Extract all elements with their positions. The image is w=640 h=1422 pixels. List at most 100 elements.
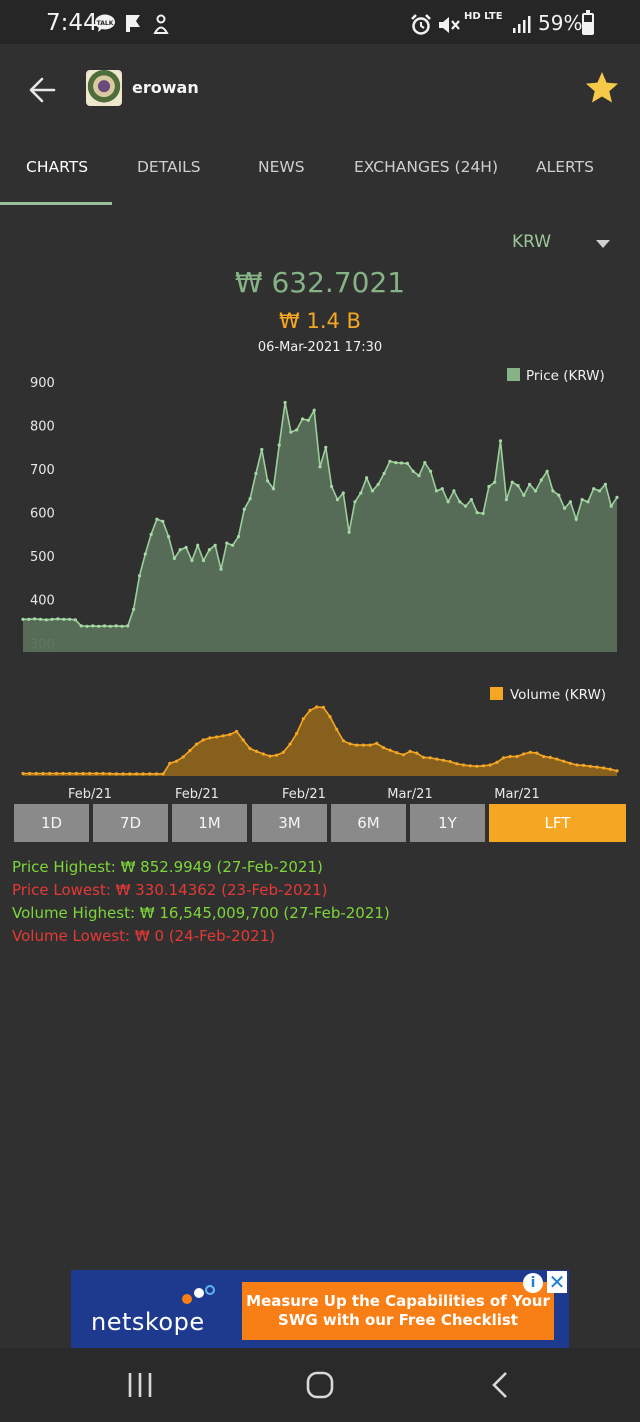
volume-point [81, 771, 85, 776]
range-selector: 1D 7D 1M 3M 6M 1Y LFT [14, 804, 626, 842]
volume-chart[interactable]: Volume (KRW) Feb/21 Feb/21 Feb/21 Mar/21 Mar/… [0, 678, 640, 808]
price-point [434, 489, 439, 493]
y-tick-label: 800 [30, 420, 55, 435]
notification-icon [152, 14, 170, 38]
volume-point [148, 772, 152, 776]
price-point [126, 624, 130, 628]
y-tick-label: 600 [30, 507, 55, 522]
volume-point [161, 772, 165, 776]
price-point [481, 511, 485, 516]
price-point [417, 474, 421, 478]
price-point [475, 511, 479, 515]
price-point [341, 491, 345, 495]
price-point [510, 480, 514, 484]
volume-point [121, 772, 125, 776]
range-1m-button[interactable]: 1M [172, 804, 247, 842]
price-point [539, 478, 543, 482]
home-button[interactable] [300, 1370, 340, 1400]
back-nav-button[interactable] [480, 1370, 520, 1400]
tab-details[interactable]: DETAILS [137, 158, 201, 176]
price-lowest: Price Lowest: ₩ 330.14362 (23-Feb-2021) [12, 881, 328, 899]
price-point [225, 541, 229, 545]
tab-news[interactable]: NEWS [258, 158, 305, 176]
currency-select[interactable]: KRW [512, 232, 551, 252]
chevron-left-icon [492, 1372, 507, 1398]
volume-point [241, 738, 245, 742]
price-point [440, 487, 444, 491]
battery-percent: 59% [538, 11, 583, 35]
volume-point [602, 766, 606, 770]
price-point [68, 617, 72, 621]
info-icon[interactable]: i [523, 1273, 543, 1293]
volume-point [381, 746, 385, 750]
back-button[interactable] [24, 70, 64, 110]
volume-point [21, 771, 25, 776]
price-point [370, 489, 374, 493]
price-point [446, 500, 450, 504]
volume-point [361, 743, 365, 747]
tab-exchanges[interactable]: EXCHANGES (24H) [354, 158, 498, 176]
price-point [469, 498, 473, 502]
price-point [528, 482, 532, 486]
home-icon [306, 1371, 334, 1399]
volume-point [168, 761, 172, 765]
volume-point [528, 750, 532, 754]
price-point [464, 504, 468, 508]
price-point [108, 624, 112, 628]
recent-apps-button[interactable] [120, 1370, 160, 1400]
price-highest: Price Highest: ₩ 852.9949 (27-Feb-2021) [12, 858, 323, 876]
ad-cta[interactable]: Measure Up the Capabilities of Your SWG … [242, 1282, 554, 1340]
volume-point [535, 751, 539, 755]
x-tick-label: Feb/21 [282, 787, 326, 802]
price-point [178, 548, 182, 552]
volume-point [235, 729, 239, 734]
volume-point [54, 771, 59, 776]
ad-banner[interactable]: netskope Measure Up the Capabilities of … [71, 1270, 569, 1348]
price-chart[interactable]: 900800700600500400300Price (KRW) [0, 360, 640, 660]
range-6m-button[interactable]: 6M [331, 804, 406, 842]
chevron-down-icon[interactable] [596, 240, 610, 248]
price-point [580, 498, 584, 502]
volume-point [328, 715, 332, 719]
volume-point [441, 758, 446, 762]
star-icon [586, 72, 618, 103]
range-7d-button[interactable]: 7D [93, 804, 168, 842]
price-point [254, 471, 258, 476]
price-point [277, 443, 281, 447]
current-volume: ₩ 1.4 B [279, 309, 361, 333]
price-point [568, 500, 573, 504]
status-bar: 7:44 TALK HD LTE 59% [0, 0, 640, 44]
price-point [458, 500, 462, 504]
tab-alerts[interactable]: ALERTS [536, 158, 594, 176]
volume-point [88, 771, 92, 776]
range-1y-button[interactable]: 1Y [410, 804, 485, 842]
volume-point [181, 755, 185, 759]
range-3m-button[interactable]: 3M [252, 804, 327, 842]
price-point [201, 558, 206, 563]
volume-point [301, 717, 305, 721]
system-nav-bar [0, 1348, 640, 1422]
price-point [597, 489, 602, 493]
tab-indicator [0, 202, 112, 205]
price-point [423, 461, 427, 465]
price-point [73, 618, 77, 622]
close-icon[interactable]: ✕ [547, 1271, 567, 1293]
range-lft-button[interactable]: LFT [489, 804, 626, 842]
tab-charts[interactable]: CHARTS [26, 158, 88, 176]
volume-point [188, 749, 192, 753]
network-type: HD LTE [464, 11, 503, 22]
price-point [365, 476, 369, 480]
price-point [172, 556, 176, 560]
volume-point [295, 732, 299, 736]
volume-legend-swatch [490, 687, 503, 700]
price-point [231, 543, 235, 547]
volume-point [415, 751, 419, 755]
price-point [21, 617, 25, 621]
range-1d-button[interactable]: 1D [14, 804, 89, 842]
volume-point [522, 752, 526, 756]
volume-highest: Volume Highest: ₩ 16,545,009,700 (27-Feb… [12, 904, 390, 922]
price-point [516, 484, 520, 488]
price-point [388, 459, 392, 463]
volume-point [34, 771, 38, 776]
favorite-button[interactable] [584, 70, 620, 106]
